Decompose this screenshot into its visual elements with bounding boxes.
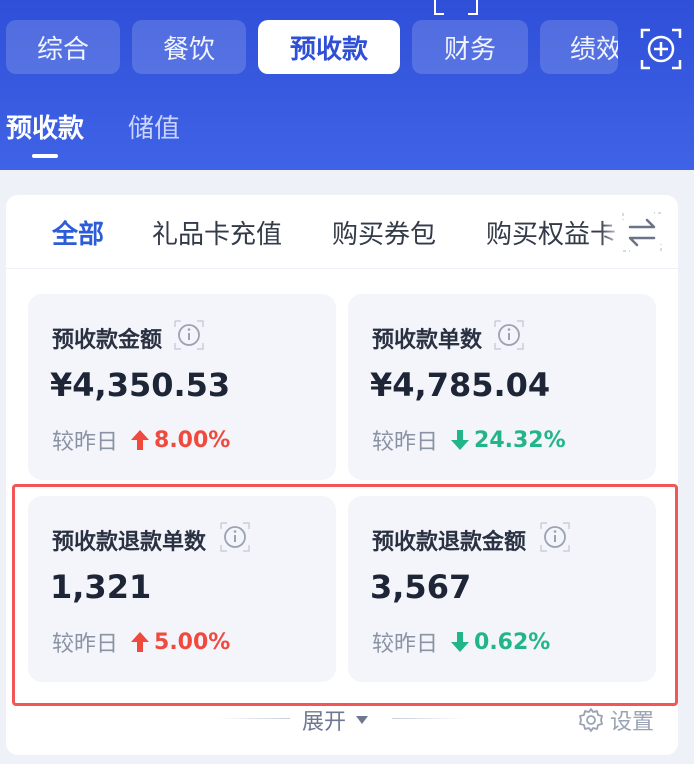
top-tab-prepayment[interactable]: 预收款 [258, 20, 400, 74]
metric-card-prepayment-amount[interactable]: 预收款金额 ¥4,350.53 较昨日 8.00% [28, 294, 336, 480]
compare-label: 较昨日 [372, 430, 439, 455]
delta-up: 8.00% [130, 428, 230, 453]
metric-label: 预收款金额 [52, 328, 163, 353]
metric-card-prepayment-count[interactable]: 预收款单数 ¥4,785.04 较昨日 24.32% [348, 294, 656, 480]
filter-fade [600, 204, 624, 260]
metric-compare: 较昨日 5.00% [52, 626, 230, 658]
gear-icon [579, 708, 603, 732]
top-tab-catering[interactable]: 餐饮 [132, 20, 246, 74]
metric-value: ¥4,785.04 [370, 366, 551, 404]
metric-label: 预收款单数 [372, 328, 483, 353]
settings-button[interactable]: 设置 [578, 704, 654, 736]
filter-all[interactable]: 全部 [52, 214, 104, 251]
delta-value: 8.00% [154, 427, 231, 453]
delta-down: 0.62% [450, 630, 550, 655]
filter-divider [6, 268, 678, 269]
filter-voucher-pack[interactable]: 购买券包 [332, 214, 436, 251]
info-icon[interactable] [174, 320, 204, 350]
metric-compare: 较昨日 0.62% [372, 626, 550, 658]
expand-line-right [392, 718, 466, 719]
metric-card-refund-count[interactable]: 预收款退款单数 1,321 较昨日 5.00% [28, 496, 336, 682]
filter-benefit-card[interactable]: 购买权益卡 [486, 214, 616, 251]
metric-value: 1,321 [50, 568, 152, 606]
delta-down: 24.32% [450, 428, 566, 453]
compare-label: 较昨日 [52, 632, 119, 657]
filter-clip: 购买权益卡 [486, 206, 616, 256]
metric-compare: 较昨日 8.00% [52, 424, 230, 456]
arrow-down-icon [451, 632, 470, 652]
delta-value: 5.00% [154, 629, 231, 655]
dashed-frame-icon [434, 0, 478, 15]
delta-value: 24.32% [474, 427, 566, 453]
expand-label: 展开 [302, 710, 347, 735]
expand-button[interactable]: 展开 [302, 704, 370, 736]
arrow-up-icon [131, 632, 150, 652]
arrow-down-icon [451, 430, 470, 450]
delta-value: 0.62% [474, 629, 551, 655]
sub-tab-stored-value[interactable]: 储值 [128, 108, 180, 145]
compare-label: 较昨日 [52, 430, 119, 455]
filter-gift-card-recharge[interactable]: 礼品卡充值 [152, 214, 282, 251]
expand-line-left [216, 718, 290, 719]
sub-tab-indicator [32, 154, 58, 158]
settings-label: 设置 [610, 710, 655, 735]
arrow-up-icon [131, 430, 150, 450]
metric-compare: 较昨日 24.32% [372, 424, 566, 456]
sub-tab-prepayment[interactable]: 预收款 [6, 108, 84, 145]
top-tab-finance[interactable]: 财务 [412, 20, 528, 74]
info-icon[interactable] [220, 522, 250, 552]
top-tab-overview[interactable]: 综合 [6, 20, 120, 74]
metric-label: 预收款退款金额 [372, 530, 527, 555]
info-icon[interactable] [494, 320, 524, 350]
caret-down-icon [356, 716, 369, 724]
add-square-icon[interactable] [640, 28, 682, 70]
info-icon[interactable] [540, 522, 570, 552]
delta-up: 5.00% [130, 630, 230, 655]
metric-label: 预收款退款单数 [52, 530, 207, 555]
compare-label: 较昨日 [372, 632, 439, 657]
metric-card-refund-amount[interactable]: 预收款退款金额 3,567 较昨日 0.62% [348, 496, 656, 682]
metric-value: 3,567 [370, 568, 472, 606]
top-tab-performance[interactable]: 绩效 [540, 20, 618, 74]
swap-arrows-icon[interactable] [622, 212, 662, 252]
metric-value: ¥4,350.53 [50, 366, 231, 404]
